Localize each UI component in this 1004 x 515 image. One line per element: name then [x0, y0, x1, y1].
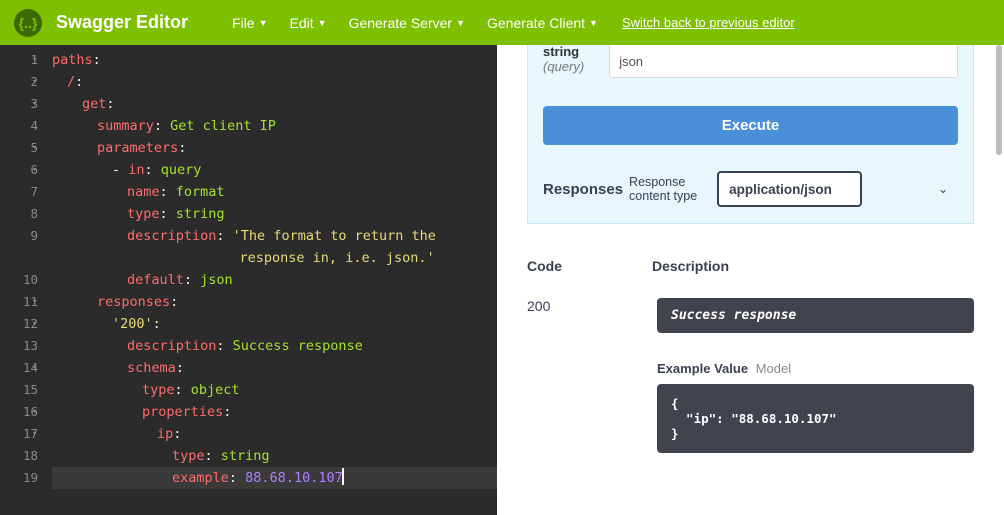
menu-bar: File▼ Edit▼ Generate Server▼ Generate Cl…: [232, 15, 598, 31]
example-value-tab[interactable]: Example Value: [657, 361, 748, 376]
menu-file[interactable]: File▼: [232, 15, 267, 31]
responses-table: Code Description 200 Success response Ex…: [527, 252, 974, 453]
col-head-description: Description: [652, 258, 729, 274]
editor-code[interactable]: paths:/:get:summary: Get client IPparame…: [52, 45, 497, 515]
code-line[interactable]: parameters:: [52, 137, 497, 159]
swagger-logo-icon: {..}: [14, 9, 42, 37]
chevron-down-icon: ▼: [318, 18, 327, 28]
content-type-select[interactable]: application/json: [717, 171, 862, 207]
switch-editor-link[interactable]: Switch back to previous editor: [622, 15, 795, 30]
model-tab[interactable]: Model: [756, 361, 791, 376]
editor-gutter: 1▾2▾3▾45▾6▾789 1011▾12▾1314▾1516▾17▾1819: [0, 45, 44, 515]
fold-triangle-icon[interactable]: ▾: [32, 93, 37, 115]
menu-generate-server[interactable]: Generate Server▼: [349, 15, 465, 31]
code-line[interactable]: default: json: [52, 269, 497, 291]
code-line[interactable]: type: string: [52, 445, 497, 467]
code-line[interactable]: summary: Get client IP: [52, 115, 497, 137]
fold-triangle-icon[interactable]: ▾: [32, 313, 37, 335]
scrollbar-thumb[interactable]: [996, 45, 1002, 155]
menu-edit[interactable]: Edit▼: [290, 15, 327, 31]
fold-triangle-icon[interactable]: ▾: [32, 49, 37, 71]
fold-triangle-icon[interactable]: ▾: [32, 357, 37, 379]
col-head-code: Code: [527, 258, 562, 274]
brand-title: Swagger Editor: [56, 12, 188, 33]
fold-triangle-icon[interactable]: ▾: [32, 159, 37, 181]
table-row: 200 Success response Example Value Model…: [527, 298, 974, 453]
code-line[interactable]: example: 88.68.10.107: [52, 467, 497, 489]
param-format-input[interactable]: [609, 45, 958, 78]
code-line[interactable]: ip:: [52, 423, 497, 445]
top-bar: {..} Swagger Editor File▼ Edit▼ Generate…: [0, 0, 1004, 45]
chevron-down-icon: ⌄: [938, 182, 948, 196]
responses-heading: Responses: [543, 181, 623, 198]
chevron-down-icon: ▼: [589, 18, 598, 28]
code-line[interactable]: /:: [52, 71, 497, 93]
documentation-pane: string (query) Execute Responses Respons…: [497, 45, 1004, 515]
fold-triangle-icon[interactable]: ▾: [32, 291, 37, 313]
code-line[interactable]: paths:: [52, 49, 497, 71]
code-line[interactable]: name: format: [52, 181, 497, 203]
execute-button[interactable]: Execute: [543, 106, 958, 145]
chevron-down-icon: ▼: [456, 18, 465, 28]
example-json[interactable]: { "ip": "88.68.10.107" }: [657, 384, 974, 453]
fold-triangle-icon[interactable]: ▾: [32, 423, 37, 445]
response-description: Success response: [657, 298, 974, 333]
menu-generate-client[interactable]: Generate Client▼: [487, 15, 598, 31]
fold-triangle-icon[interactable]: ▾: [32, 401, 37, 423]
code-line[interactable]: '200':: [52, 313, 497, 335]
code-line[interactable]: get:: [52, 93, 497, 115]
fold-triangle-icon[interactable]: ▾: [32, 71, 37, 93]
param-type: string: [543, 45, 584, 59]
code-line[interactable]: responses:: [52, 291, 497, 313]
code-line[interactable]: description: 'The format to return the: [52, 225, 497, 247]
param-meta: string (query): [543, 45, 584, 74]
code-line[interactable]: description: Success response: [52, 335, 497, 357]
code-line[interactable]: schema:: [52, 357, 497, 379]
content-type-label: Responsecontent type: [629, 175, 697, 204]
chevron-down-icon: ▼: [259, 18, 268, 28]
try-it-panel: string (query) Execute Responses Respons…: [527, 45, 974, 224]
code-line[interactable]: type: object: [52, 379, 497, 401]
code-line[interactable]: - in: query: [52, 159, 497, 181]
code-line[interactable]: type: string: [52, 203, 497, 225]
response-code: 200: [527, 298, 561, 314]
code-line[interactable]: properties:: [52, 401, 497, 423]
fold-triangle-icon[interactable]: ▾: [32, 137, 37, 159]
code-editor[interactable]: 1▾2▾3▾45▾6▾789 1011▾12▾1314▾1516▾17▾1819…: [0, 45, 497, 515]
param-location: (query): [543, 59, 584, 74]
